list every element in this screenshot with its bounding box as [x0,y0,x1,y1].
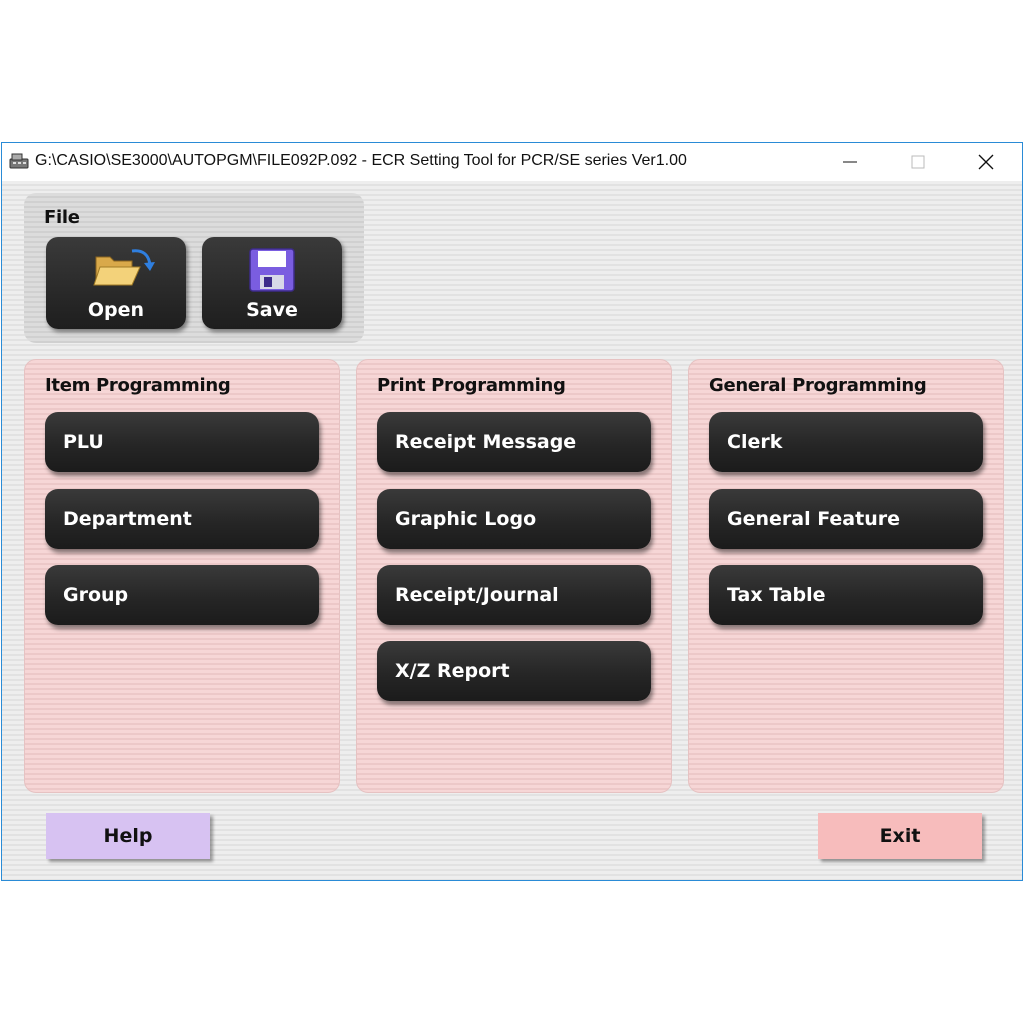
open-button-label: Open [87,299,145,321]
receipt-message-button[interactable]: Receipt Message [377,412,651,472]
window-title: G:\CASIO\SE3000\AUTOPGM\FILE092P.092 - E… [35,152,687,169]
department-button[interactable]: Department [45,489,319,549]
print-programming-title: Print Programming [377,375,566,396]
cash-register-icon [9,153,29,169]
file-panel: File Open Save [24,193,364,343]
general-programming-title: General Programming [709,375,927,396]
general-programming-panel: General Programming Clerk General Featur… [688,359,1004,793]
open-button[interactable]: Open [46,237,186,329]
general-feature-button-label: General Feature [727,508,900,530]
close-button[interactable] [952,143,1020,181]
plu-button-label: PLU [63,431,104,453]
print-programming-panel: Print Programming Receipt Message Graphi… [356,359,672,793]
department-button-label: Department [63,508,192,530]
help-button[interactable]: Help [46,813,210,859]
tax-table-button-label: Tax Table [727,584,826,606]
minimize-button[interactable] [816,143,884,181]
tax-table-button[interactable]: Tax Table [709,565,983,625]
save-button-label: Save [246,299,298,321]
maximize-button[interactable] [884,143,952,181]
general-feature-button[interactable]: General Feature [709,489,983,549]
item-programming-title: Item Programming [45,375,231,396]
clerk-button-label: Clerk [727,431,783,453]
xz-report-button-label: X/Z Report [395,660,510,682]
floppy-disk-icon [249,248,295,292]
group-button-label: Group [63,584,129,606]
exit-button[interactable]: Exit [818,813,982,859]
receipt-message-button-label: Receipt Message [395,431,577,453]
graphic-logo-button-label: Graphic Logo [395,508,537,530]
app-window: G:\CASIO\SE3000\AUTOPGM\FILE092P.092 - E… [1,142,1023,881]
group-button[interactable]: Group [45,565,319,625]
plu-button[interactable]: PLU [45,412,319,472]
receipt-journal-button[interactable]: Receipt/Journal [377,565,651,625]
title-bar[interactable]: G:\CASIO\SE3000\AUTOPGM\FILE092P.092 - E… [2,143,1022,181]
file-panel-title: File [44,207,80,228]
close-icon [978,154,994,170]
clerk-button[interactable]: Clerk [709,412,983,472]
client-area: File Open Save Item Programming PLU Depa… [2,181,1022,880]
open-folder-icon [93,249,155,286]
xz-report-button[interactable]: X/Z Report [377,641,651,701]
save-button[interactable]: Save [202,237,342,329]
maximize-icon [911,155,925,169]
item-programming-panel: Item Programming PLU Department Group [24,359,340,793]
minimize-icon [843,161,857,163]
receipt-journal-button-label: Receipt/Journal [395,584,559,606]
graphic-logo-button[interactable]: Graphic Logo [377,489,651,549]
